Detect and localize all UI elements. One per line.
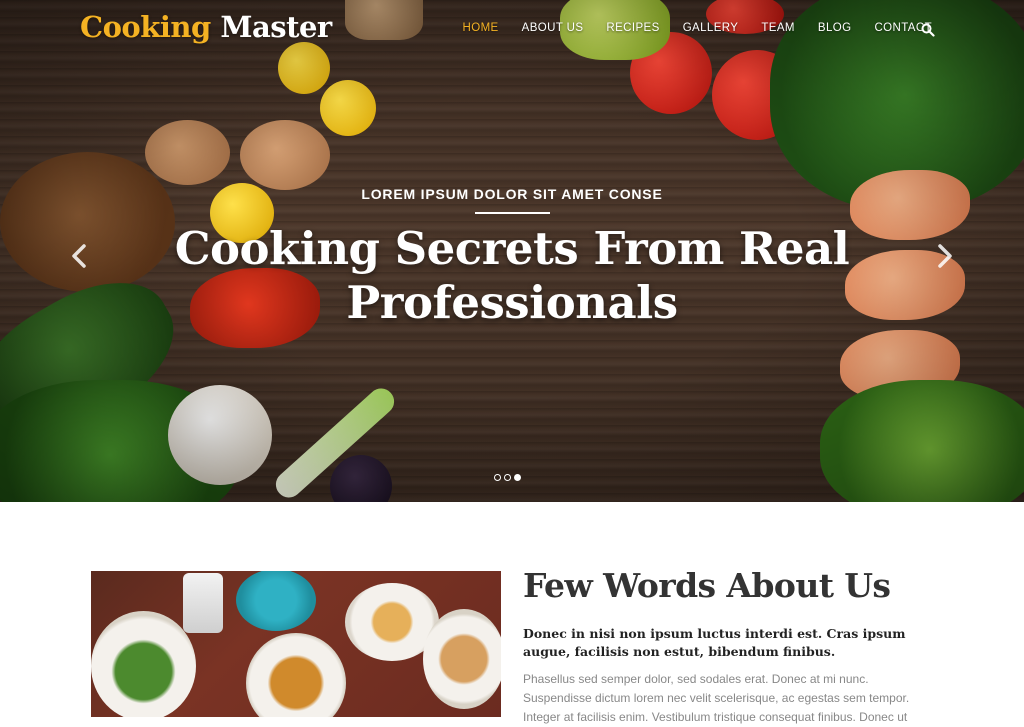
slider-pagination bbox=[494, 474, 521, 481]
nav-gallery[interactable]: GALLERY bbox=[683, 22, 739, 34]
slide-dot-2[interactable] bbox=[504, 474, 511, 481]
about-photo bbox=[91, 571, 501, 717]
nav-home[interactable]: HOME bbox=[463, 22, 499, 34]
nav-recipes[interactable]: RECIPES bbox=[606, 22, 659, 34]
lettuce-decoration bbox=[820, 380, 1024, 502]
caption-divider bbox=[475, 212, 550, 214]
spoon-decoration bbox=[145, 120, 230, 185]
plate-decoration bbox=[236, 571, 316, 631]
headline-line-1: Cooking Secrets From Real bbox=[174, 222, 850, 275]
logo-word-1: Cooking bbox=[80, 10, 211, 44]
search-icon[interactable] bbox=[921, 23, 935, 37]
nav-blog[interactable]: BLOG bbox=[818, 22, 852, 34]
chevron-left-icon[interactable] bbox=[70, 244, 88, 268]
garlic-decoration bbox=[168, 385, 272, 485]
site-logo[interactable]: Cooking Master bbox=[80, 10, 332, 44]
logo-word-2: Master bbox=[220, 10, 332, 44]
nav-about-us[interactable]: ABOUT US bbox=[522, 22, 584, 34]
yellow-tomato-decoration bbox=[320, 80, 376, 136]
about-lead: Donec in nisi non ipsum luctus interdi e… bbox=[523, 626, 906, 659]
plate-decoration bbox=[423, 609, 501, 709]
slide-eyebrow: LOREM IPSUM DOLOR SIT AMET CONSE bbox=[361, 186, 663, 202]
chevron-right-icon[interactable] bbox=[936, 244, 954, 268]
hero-slider: Cooking Master HOME ABOUT US RECIPES GAL… bbox=[0, 0, 1024, 502]
plate-decoration bbox=[91, 611, 196, 717]
about-title: Few Words About Us bbox=[523, 566, 891, 605]
nav-team[interactable]: TEAM bbox=[761, 22, 795, 34]
glass-decoration bbox=[183, 573, 223, 633]
about-body: Phasellus sed semper dolor, sed sodales … bbox=[523, 672, 910, 724]
slide-dot-1[interactable] bbox=[494, 474, 501, 481]
slide-dot-3[interactable] bbox=[514, 474, 521, 481]
slide-headline: Cooking Secrets From Real Professionals bbox=[0, 222, 1024, 330]
eggplant-decoration bbox=[330, 455, 392, 502]
spoon-decoration bbox=[240, 120, 330, 190]
main-menu: HOME ABOUT US RECIPES GALLERY TEAM BLOG … bbox=[463, 22, 932, 34]
plate-decoration bbox=[246, 633, 346, 717]
navbar: Cooking Master HOME ABOUT US RECIPES GAL… bbox=[0, 0, 1024, 60]
headline-line-2: Professionals bbox=[346, 276, 678, 329]
